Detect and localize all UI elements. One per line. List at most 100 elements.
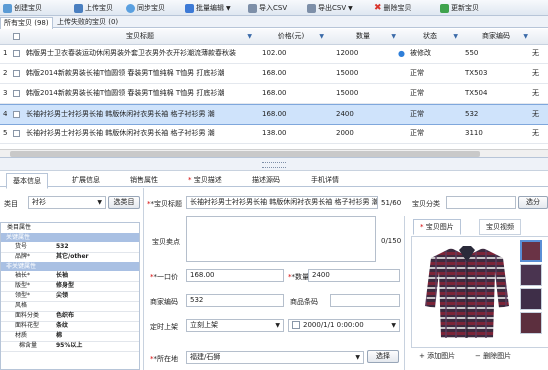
filter-icon[interactable]: ▼: [319, 29, 324, 44]
info-icon: ●: [398, 49, 405, 58]
shop-category-input[interactable]: [446, 196, 516, 209]
table-row[interactable]: 5 长袖衬衫男士衬衫男长袖 韩版休闲衬衣男长袖 格子衬衫男 潮 138.00 2…: [0, 124, 548, 144]
tab-extended-info[interactable]: 扩展信息: [66, 173, 106, 187]
row-checkbox[interactable]: [13, 70, 20, 77]
main-product-image[interactable]: [421, 242, 513, 342]
thumbnail[interactable]: [520, 312, 542, 334]
barcode-input[interactable]: [330, 294, 400, 307]
quantity-label: **数量: [288, 273, 309, 281]
selling-point-textarea[interactable]: [186, 216, 376, 262]
prop-row[interactable]: 棉含量 95%以上: [1, 341, 139, 352]
table-row[interactable]: 1 韩版男士卫衣春装运动休闲男装外套卫衣男外衣开衫潮流薄款春秋装 102.00 …: [0, 44, 548, 64]
filter-icon[interactable]: ▼: [391, 29, 396, 44]
header-qty[interactable]: 数量 ▼: [328, 29, 398, 44]
horizontal-scrollbar[interactable]: [0, 149, 548, 157]
filter-icon[interactable]: ▼: [453, 29, 458, 44]
choose-category-button[interactable]: 选类目: [108, 196, 140, 209]
chevron-down-icon: ▼: [391, 322, 396, 329]
add-image-button[interactable]: + 添加图片: [419, 351, 455, 361]
key-props-section: 关键属性: [1, 233, 139, 242]
sync-item-button[interactable]: 同步宝贝: [126, 2, 165, 14]
chevron-down-icon: ▼: [355, 354, 360, 361]
title-input[interactable]: 长袖衬衫男士衬衫男长袖 韩版休闲衬衣男长袖 格子衬衫男 潮: [186, 196, 378, 209]
header-price[interactable]: 价格(元) ▼: [256, 29, 326, 44]
export-csv-button[interactable]: 导出CSV ▼: [307, 2, 353, 14]
row-checkbox[interactable]: [13, 50, 20, 57]
form-divider: [143, 188, 144, 370]
filter-icon[interactable]: ▼: [523, 29, 528, 44]
shirt-image: [425, 246, 509, 338]
delete-icon: ✖: [374, 3, 382, 13]
thumbnail[interactable]: [520, 288, 542, 310]
table-row-selected[interactable]: 4 长袖衬衫男士衬衫男长袖 韩版休闲衬衣男长袖 格子衬衫男 潮 168.00 2…: [0, 104, 548, 125]
delete-image-button[interactable]: − 删除图片: [475, 351, 511, 361]
scrollbar-thumb[interactable]: [10, 151, 480, 157]
header-code[interactable]: 商家编码 ▼: [462, 29, 530, 44]
header-title[interactable]: 宝贝标题 ▼: [26, 29, 254, 44]
title-count: 51/60: [381, 199, 402, 207]
price-label: **一口价: [150, 273, 178, 281]
splitter[interactable]: [0, 158, 548, 171]
table-row[interactable]: 2 韩版2014新款男装长袖T恤圆领 春装男T恤纯棉 T恤男 打底衫潮 168.…: [0, 64, 548, 84]
row-checkbox[interactable]: [13, 90, 20, 97]
selling-point-label: 宝贝卖点: [152, 238, 180, 246]
upload-item-button[interactable]: 上传宝贝: [74, 2, 113, 14]
merchant-code-label: 商家编码: [150, 298, 178, 306]
image-panel: * 宝贝图片 宝贝视频 + 添加图片 − 删除图片: [404, 216, 548, 370]
row-checkbox[interactable]: [13, 130, 20, 137]
delete-item-button[interactable]: ✖ 删除宝贝: [374, 2, 412, 14]
props-header: 类目属性: [7, 224, 32, 231]
chevron-down-icon: ▼: [97, 199, 102, 206]
import-csv-icon: [248, 3, 257, 13]
tab-basic-info[interactable]: 基本信息: [6, 173, 48, 189]
tab-item-images[interactable]: * 宝贝图片: [413, 219, 461, 235]
batch-edit-icon: [185, 3, 194, 13]
select-all-checkbox[interactable]: [13, 33, 20, 40]
export-csv-icon: [307, 3, 316, 13]
chevron-down-icon: ▼: [348, 4, 353, 12]
row-checkbox[interactable]: [13, 111, 20, 118]
tab-all-items[interactable]: 所有宝贝 (98): [0, 17, 53, 29]
tab-upload-failed[interactable]: 上传失败的宝贝 (0): [54, 17, 121, 28]
sync-icon: [126, 3, 135, 13]
tab-sales-attrs[interactable]: 销售属性: [124, 173, 164, 187]
list-tabs: 所有宝贝 (98) 上传失败的宝贝 (0): [0, 16, 548, 29]
checkbox[interactable]: [292, 321, 300, 329]
create-item-button[interactable]: 创建宝贝: [3, 2, 42, 14]
table-row[interactable]: 3 韩版2014新款男装长袖T恤圆领 春装男T恤纯棉 T恤男 打底衫潮 168.…: [0, 84, 548, 104]
tab-mobile-details[interactable]: 手机详情: [305, 173, 345, 187]
chevron-down-icon: ▼: [226, 4, 231, 12]
import-csv-button[interactable]: 导入CSV: [248, 2, 287, 14]
schedule-select[interactable]: 立刻上架 ▼: [186, 319, 284, 332]
choose-location-button[interactable]: 选择: [367, 350, 399, 363]
tab-item-video[interactable]: 宝贝视频: [479, 219, 521, 235]
price-input[interactable]: 168.00: [186, 269, 284, 282]
location-select[interactable]: 福建/石狮 ▼: [186, 351, 364, 364]
tab-description-source[interactable]: 描述源码: [246, 173, 286, 187]
main-toolbar: 创建宝贝 上传宝贝 同步宝贝 批量编辑 ▼ 导入CSV 导出CSV ▼ ✖ 删除宝贝 …: [0, 0, 548, 16]
location-label: **所在地: [150, 355, 178, 363]
category-select[interactable]: 衬衫 ▼: [28, 196, 106, 209]
chevron-down-icon: ▼: [275, 322, 280, 329]
update-item-button[interactable]: 更新宝贝: [440, 2, 479, 14]
grid-header: 宝贝标题 ▼ 价格(元) ▼ 数量 ▼ 状态 ▼ 商家编码 ▼: [0, 29, 548, 45]
quantity-input[interactable]: 2400: [308, 269, 400, 282]
barcode-label: 商品条码: [290, 298, 318, 306]
detail-tabs: 基本信息 扩展信息 销售属性 * 宝贝描述 描述源码 手机详情: [0, 171, 548, 189]
thumbnail[interactable]: [520, 264, 542, 286]
update-icon: [440, 3, 449, 13]
tab-item-description[interactable]: * 宝贝描述: [182, 173, 228, 187]
nonkey-props-section: 非关键属性: [1, 262, 139, 271]
splitter-grip[interactable]: [262, 162, 286, 168]
batch-edit-button[interactable]: 批量编辑 ▼: [185, 2, 231, 14]
choose-shop-category-button[interactable]: 选分: [518, 196, 548, 209]
header-status[interactable]: 状态 ▼: [400, 29, 460, 44]
filter-icon[interactable]: ▼: [247, 29, 252, 44]
thumbnail[interactable]: [520, 240, 542, 262]
shop-category-label: 宝贝分类: [412, 200, 440, 208]
merchant-code-input[interactable]: 532: [186, 294, 284, 307]
upload-icon: [74, 3, 83, 13]
category-label: 类目: [4, 200, 18, 208]
schedule-label: 定时上架: [150, 323, 178, 331]
datetime-input[interactable]: 2000/1/1 0:00:00 ▼: [288, 319, 400, 332]
